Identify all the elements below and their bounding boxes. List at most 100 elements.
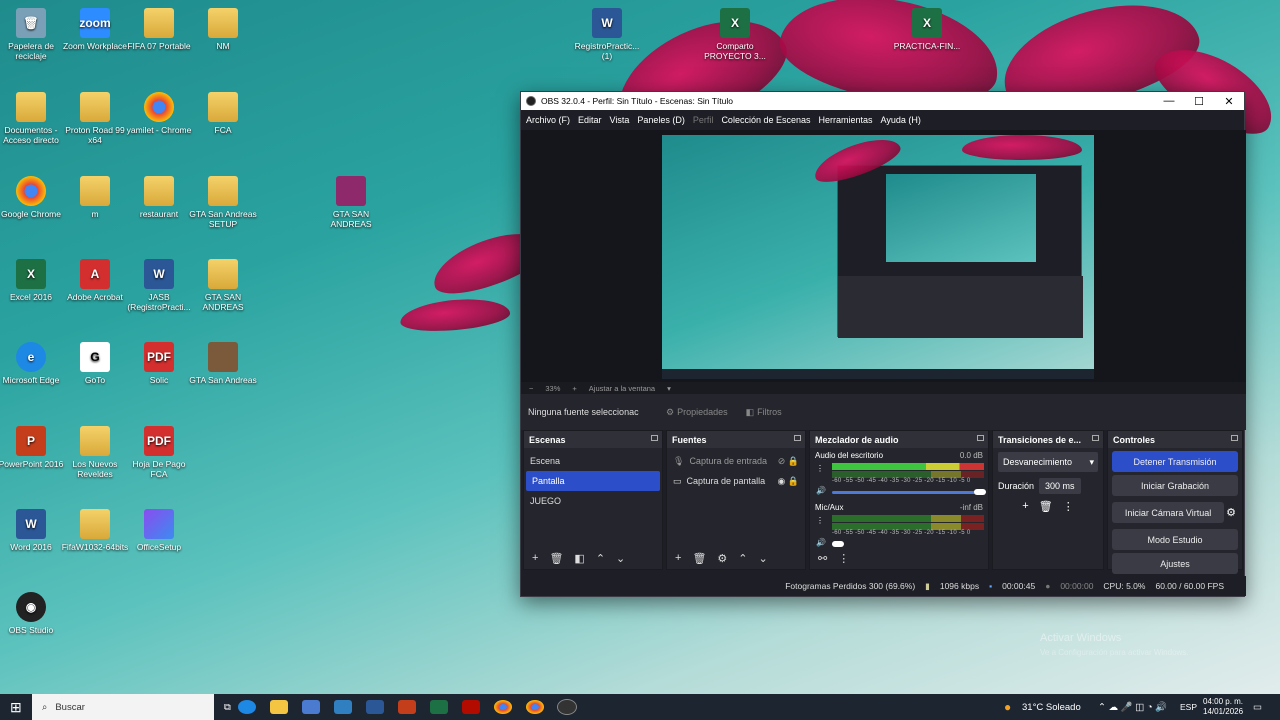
scene-item[interactable]: JUEGO bbox=[524, 491, 662, 511]
desktop-icon[interactable]: GTA SAN ANDREAS bbox=[189, 259, 257, 312]
desktop-icon[interactable]: GTA San Andreas SETUP bbox=[189, 176, 257, 229]
excel-icon[interactable] bbox=[429, 700, 448, 714]
minimize-icon[interactable]: — bbox=[1154, 92, 1184, 110]
desktop-icon[interactable]: m bbox=[61, 176, 129, 219]
float-icon[interactable] bbox=[651, 435, 658, 441]
scene-item[interactable]: Escena bbox=[524, 451, 662, 471]
arrow-down-icon[interactable]: ⌄ bbox=[616, 552, 625, 565]
trash-icon[interactable]: 🗑 bbox=[549, 552, 563, 565]
virtual-camera-button[interactable]: Iniciar Cámara Virtual bbox=[1112, 502, 1225, 523]
desktop-icon[interactable]: restaurant bbox=[125, 176, 193, 219]
volume-slider[interactable] bbox=[832, 491, 984, 494]
add-icon[interactable]: + bbox=[675, 552, 681, 564]
desktop-icon[interactable]: PDF Solic bbox=[125, 342, 193, 385]
maximize-icon[interactable]: ☐ bbox=[1184, 92, 1214, 110]
desktop-icon[interactable]: GTA San Andreas bbox=[189, 342, 257, 385]
stop-stream-button[interactable]: Detener Transmisión bbox=[1112, 451, 1238, 472]
weather-text[interactable]: 31°C Soleado bbox=[1022, 702, 1081, 713]
obs-window[interactable]: OBS 32.0.4 - Perfil: Sin Título - Escena… bbox=[520, 91, 1246, 597]
desktop-icon[interactable]: Documentos - Acceso directo bbox=[0, 92, 65, 145]
studio-mode-button[interactable]: Modo Estudio bbox=[1112, 529, 1238, 550]
chevron-down-icon[interactable]: ▾ bbox=[667, 384, 671, 393]
filter-icon[interactable]: ◧ bbox=[574, 552, 584, 565]
more-icon[interactable]: ⋮ bbox=[838, 552, 849, 565]
store-icon[interactable] bbox=[301, 700, 320, 714]
acrobat-icon[interactable] bbox=[461, 700, 480, 714]
task-view-icon[interactable]: ⧉ bbox=[224, 702, 231, 713]
menu-ayuda[interactable]: Ayuda (H) bbox=[881, 115, 921, 125]
desktop-icon[interactable]: Los Nuevos Reveldes bbox=[61, 426, 129, 479]
desktop-icon[interactable]: e Microsoft Edge bbox=[0, 342, 65, 385]
chrome-profile-icon[interactable] bbox=[525, 700, 544, 714]
gear-icon[interactable]: ⚙ bbox=[717, 552, 727, 565]
settings-button[interactable]: Ajustes bbox=[1112, 553, 1238, 574]
trash-icon[interactable]: 🗑 bbox=[1039, 500, 1053, 513]
add-icon[interactable]: + bbox=[532, 552, 538, 564]
menu-coleccion-escenas[interactable]: Colección de Escenas bbox=[721, 115, 810, 125]
notification-icon[interactable]: ▭ bbox=[1253, 702, 1262, 713]
desktop-icon[interactable]: X PRACTICA-FIN... bbox=[893, 8, 961, 51]
source-item[interactable]: 🎙 Captura de entrada ⊘ 🔒 bbox=[667, 451, 805, 471]
desktop-icon[interactable]: FCA bbox=[189, 92, 257, 135]
properties-button[interactable]: ⚙ Propiedades bbox=[657, 407, 737, 418]
gear-icon[interactable]: ⚙ bbox=[1226, 506, 1236, 519]
more-icon[interactable]: ⋮ bbox=[816, 516, 824, 525]
desktop-icon[interactable]: W RegistroPractic... (1) bbox=[573, 8, 641, 61]
float-icon[interactable] bbox=[1231, 435, 1238, 441]
word-icon[interactable] bbox=[365, 700, 384, 714]
speaker-icon[interactable]: 🔊 bbox=[816, 538, 826, 547]
float-icon[interactable] bbox=[794, 435, 801, 441]
mail-icon[interactable] bbox=[333, 700, 352, 714]
clock[interactable]: 04:00 p. m. 14/01/2026 bbox=[1203, 697, 1243, 717]
powerpoint-icon[interactable] bbox=[397, 700, 416, 714]
desktop-icon[interactable]: GTA SAN ANDREAS bbox=[317, 176, 385, 229]
arrow-down-icon[interactable]: ⌄ bbox=[759, 552, 768, 565]
duration-input[interactable]: 300 ms bbox=[1039, 478, 1081, 494]
trash-icon[interactable]: 🗑 bbox=[692, 552, 706, 565]
chrome-icon[interactable] bbox=[493, 700, 512, 714]
menu-perfil[interactable]: Perfil bbox=[693, 115, 714, 125]
preview-area[interactable] bbox=[521, 130, 1246, 382]
desktop-icon[interactable]: PDF Hoja De Pago FCA bbox=[125, 426, 193, 479]
desktop-icon[interactable]: FIFA 07 Portable bbox=[125, 8, 193, 51]
more-icon[interactable]: ⋮ bbox=[1063, 500, 1074, 513]
desktop-icon[interactable]: 🗑 Papelera de reciclaje bbox=[0, 8, 65, 61]
desktop-icon[interactable]: X Comparto PROYECTO 3... bbox=[701, 8, 769, 61]
desktop-icon[interactable]: NM bbox=[189, 8, 257, 51]
zoom-out-button[interactable]: − bbox=[529, 384, 533, 393]
desktop-icon[interactable]: W Word 2016 bbox=[0, 509, 65, 552]
desktop-icon[interactable]: P PowerPoint 2016 bbox=[0, 426, 65, 469]
zoom-in-button[interactable]: + bbox=[572, 384, 576, 393]
eye-icon[interactable]: ◉ 🔒 bbox=[777, 476, 799, 487]
desktop-icon[interactable]: Google Chrome bbox=[0, 176, 65, 219]
link-icon[interactable]: ⚯ bbox=[818, 552, 827, 565]
menu-editar[interactable]: Editar bbox=[578, 115, 602, 125]
more-icon[interactable]: ⋮ bbox=[816, 464, 824, 473]
close-icon[interactable]: ✕ bbox=[1214, 92, 1244, 110]
eye-hidden-icon[interactable]: ⊘ 🔒 bbox=[778, 456, 799, 467]
menu-archivo[interactable]: Archivo (F) bbox=[526, 115, 570, 125]
desktop-icon[interactable]: OfficeSetup bbox=[125, 509, 193, 552]
desktop-icon[interactable]: zoom Zoom Workplace bbox=[61, 8, 129, 51]
float-icon[interactable] bbox=[977, 435, 984, 441]
float-icon[interactable] bbox=[1092, 435, 1099, 441]
menu-herramientas[interactable]: Herramientas bbox=[819, 115, 873, 125]
windows-start-icon[interactable]: ⊞ bbox=[10, 699, 22, 716]
add-icon[interactable]: + bbox=[1022, 500, 1028, 513]
desktop-icon[interactable]: ◉ OBS Studio bbox=[0, 592, 65, 635]
menu-paneles[interactable]: Paneles (D) bbox=[637, 115, 685, 125]
search-box[interactable]: ⌕ Buscar bbox=[32, 694, 214, 720]
desktop-icon[interactable]: FifaW1032-64bits bbox=[61, 509, 129, 552]
arrow-up-icon[interactable]: ⌃ bbox=[596, 552, 605, 565]
menu-vista[interactable]: Vista bbox=[610, 115, 630, 125]
filters-button[interactable]: ◧ Filtros bbox=[737, 407, 791, 418]
source-item[interactable]: ▭ Captura de pantalla ◉ 🔒 bbox=[667, 471, 805, 491]
desktop-icon[interactable]: Proton Road 99 x64 bbox=[61, 92, 129, 145]
transition-select[interactable]: Desvanecimiento ▾ bbox=[998, 452, 1098, 472]
desktop-icon[interactable]: W JASB (RegistroPracti... bbox=[125, 259, 193, 312]
language-indicator[interactable]: ESP bbox=[1180, 702, 1197, 712]
desktop-icon[interactable]: A Adobe Acrobat bbox=[61, 259, 129, 302]
title-bar[interactable]: OBS 32.0.4 - Perfil: Sin Título - Escena… bbox=[521, 92, 1244, 110]
desktop-icon[interactable]: yamilet - Chrome bbox=[125, 92, 193, 135]
start-recording-button[interactable]: Iniciar Grabación bbox=[1112, 475, 1238, 496]
